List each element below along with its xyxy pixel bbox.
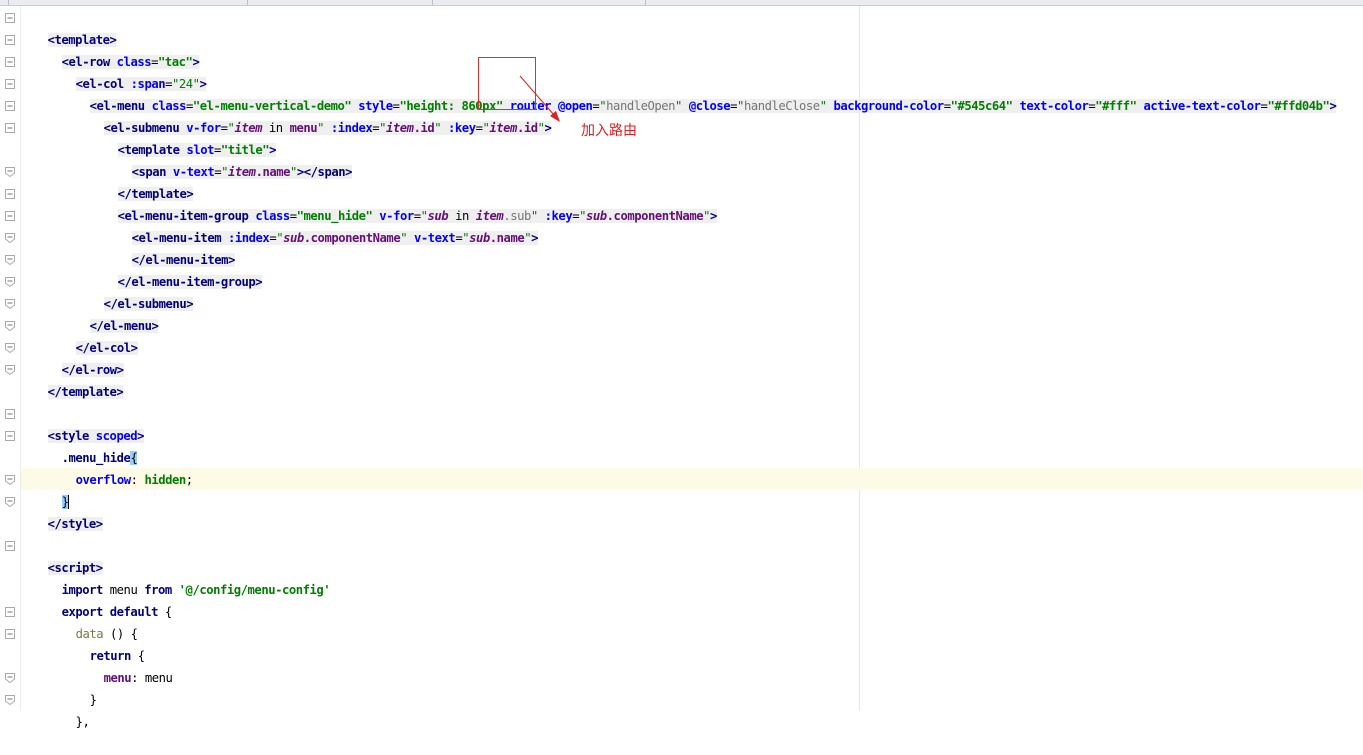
fold-end-icon[interactable]: [5, 695, 15, 705]
tab-divider: [432, 0, 433, 5]
code-line: .menu_hide{: [5, 425, 1363, 465]
code-line: return {: [5, 623, 1363, 663]
code-line: <el-menu-item-group class="menu_hide" v-…: [5, 183, 1363, 223]
tab-divider: [8, 0, 9, 5]
fold-open-icon[interactable]: [5, 189, 15, 199]
code-line: <el-submenu v-for="item in menu" :index=…: [5, 95, 1363, 135]
annotation-arrow-icon: [519, 75, 560, 122]
tab-divider: [645, 0, 646, 5]
fold-open-icon[interactable]: [5, 409, 15, 419]
code-editor[interactable]: <template> <el-row class="tac"> <el-col …: [5, 7, 1363, 729]
code-line: <el-col :span="24">: [5, 51, 1363, 91]
fold-end-icon[interactable]: [5, 233, 15, 243]
fold-end-icon[interactable]: [5, 321, 15, 331]
fold-open-icon[interactable]: [5, 79, 15, 89]
code-line: </el-menu>: [5, 293, 1363, 333]
code-line: </template>: [5, 359, 1363, 399]
code-line: </el-row>: [5, 337, 1363, 377]
code-line: menu: menu: [20, 645, 1363, 685]
fold-end-icon[interactable]: [5, 255, 15, 265]
code-line: overflow: hidden;: [20, 447, 1363, 487]
code-line: </el-submenu>: [5, 271, 1363, 311]
fold-end-icon[interactable]: [5, 497, 15, 507]
editor-tab-bar: [0, 0, 1363, 6]
tab-divider: [247, 0, 248, 5]
code-token: },: [75, 715, 90, 729]
code-line: export default {: [20, 579, 1363, 619]
code-line: <el-menu class="el-menu-vertical-demo" s…: [5, 73, 1363, 113]
fold-open-icon[interactable]: [5, 541, 15, 551]
fold-open-icon[interactable]: [5, 629, 15, 639]
fold-open-icon[interactable]: [5, 123, 15, 133]
fold-end-icon[interactable]: [5, 673, 15, 683]
code-line: </template>: [5, 161, 1363, 201]
code-line: </el-menu-item>: [5, 227, 1363, 267]
fold-end-icon[interactable]: [5, 167, 15, 177]
editor-gutter: [0, 6, 20, 711]
code-line: <el-menu-item :index="sub.componentName"…: [5, 205, 1363, 245]
code-line: }: [5, 469, 1363, 509]
fold-open-icon[interactable]: [5, 57, 15, 67]
fold-end-icon[interactable]: [5, 475, 15, 485]
code-line: }: [5, 667, 1363, 707]
code-line: import menu from '@/config/menu-config': [20, 557, 1363, 597]
code-line: <el-row class="tac">: [5, 29, 1363, 69]
code-line: data () {: [5, 601, 1363, 641]
fold-end-icon[interactable]: [5, 343, 15, 353]
fold-end-icon[interactable]: [5, 277, 15, 287]
fold-open-icon[interactable]: [5, 35, 15, 45]
fold-open-icon[interactable]: [5, 101, 15, 111]
fold-open-icon[interactable]: [5, 431, 15, 441]
fold-open-icon[interactable]: [5, 211, 15, 221]
code-line: </el-col>: [5, 315, 1363, 355]
fold-open-icon[interactable]: [5, 607, 15, 617]
code-line: <template slot="title">: [5, 117, 1363, 157]
fold-end-icon[interactable]: [5, 299, 15, 309]
code-line: },: [5, 689, 1363, 729]
fold-open-icon[interactable]: [5, 13, 15, 23]
code-line: <span v-text="item.name"></span>: [131, 165, 352, 179]
code-line: </style>: [5, 491, 1363, 531]
annotation-label: 加入路由: [581, 123, 637, 139]
code-line: <template>: [5, 7, 1363, 47]
code-line: </el-menu-item-group>: [5, 249, 1363, 289]
code-line: <style scoped>: [5, 403, 1363, 443]
fold-end-icon[interactable]: [5, 365, 15, 375]
code-line: <script>: [5, 535, 1363, 575]
